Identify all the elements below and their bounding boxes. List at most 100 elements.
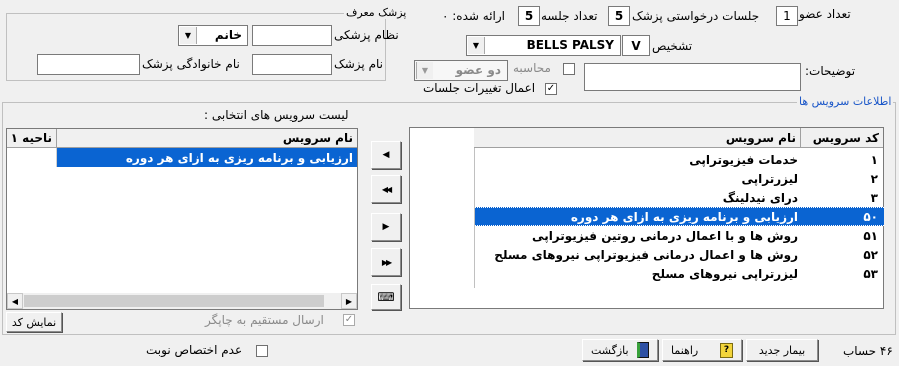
move-one-left-button[interactable]: ◀: [371, 141, 401, 169]
medical-system-input[interactable]: [252, 25, 332, 46]
service-code-cell: ٢: [802, 169, 884, 188]
list-item[interactable]: روش ها و با اعمال درمانی روتین فیزیوتراپ…: [475, 226, 884, 245]
show-code-button[interactable]: نمایش کد: [6, 312, 62, 332]
service-code-text: ٣: [870, 190, 878, 205]
no-appointment-checkbox[interactable]: [256, 345, 268, 357]
region-cell: [7, 148, 57, 167]
service-name-text: ارزیابی و برنامه ریزی به ازای هر دوره: [570, 209, 798, 224]
service-name-cell: روش ها و با اعمال درمانی روتین فیزیوتراپ…: [475, 226, 802, 245]
service-name-cell: لیزرتراپی نیروهای مسلح: [475, 264, 802, 283]
calculation-select[interactable]: ▼ دو عضو: [414, 60, 508, 81]
direct-print-label: ارسال مستقیم به چاپگر: [205, 313, 324, 327]
delivered-label: ارائه شده: ٠: [442, 9, 506, 23]
service-name-text: لیزرتراپی: [741, 171, 798, 186]
col-name-label: نام سرویس: [282, 131, 353, 145]
requested-sessions-value: 5: [614, 9, 624, 23]
session-count-input[interactable]: 5: [518, 6, 540, 26]
doctor-name-label: نام پزشک: [334, 57, 383, 71]
description-label: توضیحات:: [805, 64, 856, 78]
scroll-right-icon[interactable]: ▶: [341, 293, 357, 309]
service-name-text: روش ها و اعمال درمانی فیزیوتراپی نیروهای…: [494, 247, 798, 262]
doctor-name-input[interactable]: [252, 54, 332, 75]
col-region-label: ناحیه ١: [10, 131, 52, 145]
no-appointment-label: عدم اختصاص نوبت: [146, 343, 243, 357]
medical-system-label: نظام پزشکی: [334, 28, 399, 42]
service-name-text: روش ها و با اعمال درمانی روتین فیزیوتراپ…: [532, 228, 798, 243]
diagnosis-code-input[interactable]: V: [622, 35, 650, 56]
horizontal-scrollbar[interactable]: ◀ ▶: [7, 293, 357, 309]
new-patient-button[interactable]: بیمار جدید: [746, 339, 818, 361]
member-count-label: تعداد عضو: [799, 7, 851, 21]
service-code-text: ۵٢: [863, 247, 878, 262]
double-arrow-right-icon: ▶▶: [381, 257, 392, 267]
doctor-family-input[interactable]: [37, 54, 140, 75]
selected-row[interactable]: ارزیابی و برنامه ریزی به ازای هر دوره: [7, 148, 357, 167]
scroll-left-icon[interactable]: ◀: [7, 293, 23, 309]
arrow-left-icon: ◀: [382, 150, 390, 160]
gender-select[interactable]: ▼ خانم: [178, 25, 248, 46]
session-count-value: 5: [524, 9, 534, 23]
requested-sessions-input[interactable]: 5: [608, 6, 630, 26]
service-code-cell: ۵٣: [802, 264, 884, 283]
description-input[interactable]: [584, 63, 801, 91]
service-name-cell: درای نیدلینگ: [475, 188, 802, 207]
list-item[interactable]: درای نیدلینگ ٣: [475, 188, 884, 207]
account-label: ۴۶ حساب: [843, 344, 893, 358]
diagnosis-value: BELLS PALSY: [526, 38, 614, 52]
calculation-label: محاسبه: [513, 61, 551, 75]
col-name-label: نام سرویس: [725, 130, 796, 145]
check-icon: ✓: [344, 314, 354, 325]
service-name-cell: لیزرتراپی: [475, 169, 802, 188]
chevron-down-icon[interactable]: ▼: [468, 37, 485, 54]
service-code-cell: ١: [802, 150, 884, 169]
help-button[interactable]: راهنما ?: [662, 339, 742, 361]
calculation-checkbox[interactable]: [563, 63, 575, 75]
list-item[interactable]: روش ها و اعمال درمانی فیزیوتراپی نیروهای…: [475, 245, 884, 264]
calculation-value: دو عضو: [455, 63, 501, 77]
service-code-text: ۵٠: [863, 209, 878, 224]
keyboard-button[interactable]: ⌨: [371, 284, 401, 310]
keyboard-icon: ⌨: [377, 290, 395, 304]
direct-print-checkbox[interactable]: ✓: [343, 314, 355, 326]
service-code-cell: ٣: [802, 188, 884, 207]
apply-changes-checkbox[interactable]: ✓: [545, 83, 557, 95]
list-item[interactable]: لیزرتراپی نیروهای مسلح ۵٣: [475, 264, 884, 283]
list-item[interactable]: لیزرتراپی ٢: [475, 169, 884, 188]
move-one-right-button[interactable]: ▶: [371, 213, 401, 241]
move-all-right-button[interactable]: ▶▶: [371, 248, 401, 276]
service-code-cell: ۵١: [802, 226, 884, 245]
chevron-down-icon[interactable]: ▼: [416, 62, 433, 79]
diagnosis-label: تشخیص: [652, 39, 693, 53]
service-code-cell: ۵٢: [802, 245, 884, 264]
gender-value: خانم: [214, 28, 242, 42]
service-name-cell: خدمات فیزیوتراپی: [475, 150, 802, 169]
available-services-grid[interactable]: نام سرویس کد سرویس خدمات فیزیوتراپی ١ لی…: [409, 127, 884, 309]
available-rows: خدمات فیزیوتراپی ١ لیزرتراپی ٢ درای نیدل…: [474, 148, 884, 288]
col-region-header[interactable]: ناحیه ١: [7, 129, 57, 147]
member-count-value: 1: [783, 9, 791, 23]
diagnosis-select[interactable]: ▼ BELLS PALSY: [466, 35, 621, 56]
col-name-header[interactable]: نام سرویس: [57, 129, 357, 147]
new-patient-label: بیمار جدید: [758, 343, 806, 357]
member-count-input[interactable]: 1: [776, 6, 798, 26]
apply-changes-label: اعمال تغییرات جلسات: [423, 81, 536, 95]
service-name-cell: روش ها و اعمال درمانی فیزیوتراپی نیروهای…: [475, 245, 802, 264]
chevron-down-icon[interactable]: ▼: [180, 27, 197, 44]
available-grid-header: نام سرویس کد سرویس: [474, 128, 883, 148]
scroll-thumb[interactable]: [24, 295, 324, 307]
col-code-header[interactable]: کد سرویس: [801, 128, 883, 147]
service-code-text: ١: [870, 152, 878, 167]
show-code-label: نمایش کد: [11, 315, 57, 329]
selected-services-grid[interactable]: ناحیه ١ نام سرویس ارزیابی و برنامه ریزی …: [6, 128, 358, 310]
list-item[interactable]: ارزیابی و برنامه ریزی به ازای هر دوره ۵٠: [475, 207, 884, 226]
back-button[interactable]: بازگشت: [582, 339, 658, 361]
move-all-left-button[interactable]: ◀◀: [371, 175, 401, 203]
check-icon: ✓: [546, 83, 556, 94]
selected-grid-header: ناحیه ١ نام سرویس: [7, 129, 357, 148]
col-name-header[interactable]: نام سرویس: [474, 128, 801, 147]
arrow-right-icon: ▶: [382, 222, 390, 232]
service-name-text: ارزیابی و برنامه ریزی به ازای هر دوره: [125, 150, 353, 165]
service-name-text: لیزرتراپی نیروهای مسلح: [651, 266, 798, 281]
service-code-text: ٢: [870, 171, 878, 186]
list-item[interactable]: خدمات فیزیوتراپی ١: [475, 150, 884, 169]
